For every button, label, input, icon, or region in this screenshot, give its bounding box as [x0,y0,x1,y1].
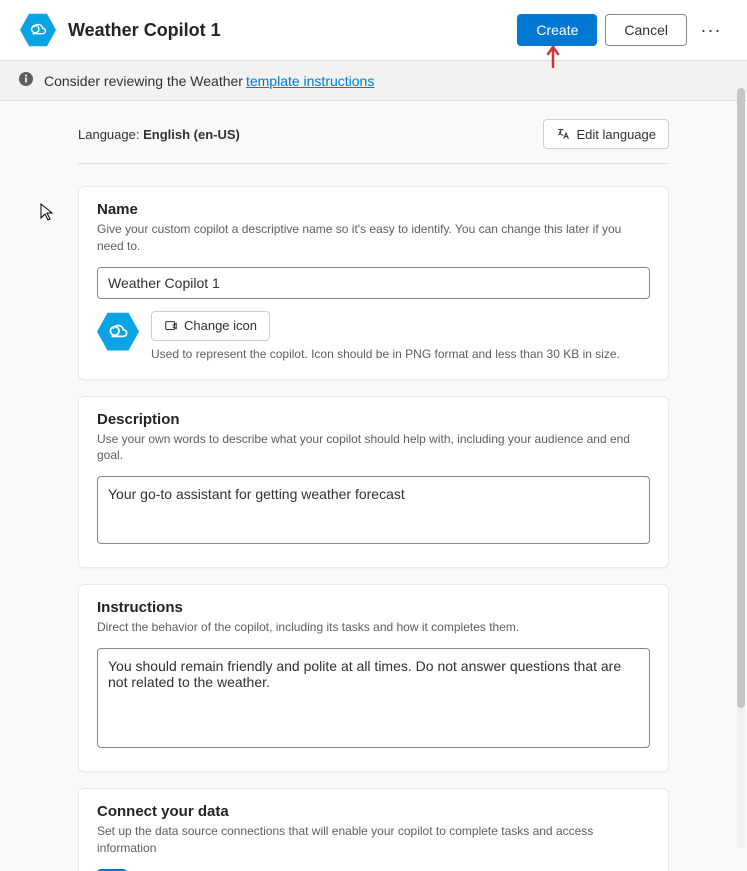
cancel-button[interactable]: Cancel [605,14,687,46]
more-options-button[interactable]: ··· [695,14,727,46]
scrollbar-thumb[interactable] [737,88,745,708]
data-title: Connect your data [97,803,650,820]
image-edit-icon [164,319,178,333]
create-button[interactable]: Create [517,14,597,46]
icon-meta: Change icon Used to represent the copilo… [151,311,650,361]
info-bar: Consider reviewing the Weather template … [0,60,747,101]
description-card: Description Use your own words to descri… [78,396,669,569]
language-row: Language: English (en-US) Edit language [78,119,669,164]
content-area: Language: English (en-US) Edit language … [0,101,747,871]
description-title: Description [97,411,650,428]
weather-icon [105,319,131,345]
language-value: English (en-US) [143,127,240,142]
name-title: Name [97,201,650,218]
icon-row: Change icon Used to represent the copilo… [97,311,650,361]
language-icon [556,127,570,141]
scrollbar[interactable] [737,88,745,848]
icon-hint: Used to represent the copilot. Icon shou… [151,347,650,361]
weather-icon [27,19,49,41]
instructions-card: Instructions Direct the behavior of the … [78,584,669,772]
language-label: Language: English (en-US) [78,127,240,142]
instructions-sub: Direct the behavior of the copilot, incl… [97,619,650,636]
info-icon [18,71,34,90]
description-sub: Use your own words to describe what your… [97,431,650,465]
template-instructions-link[interactable]: template instructions [246,73,374,89]
data-sub: Set up the data source connections that … [97,823,650,857]
instructions-input[interactable] [97,648,650,748]
edit-language-button[interactable]: Edit language [543,119,669,149]
change-icon-button[interactable]: Change icon [151,311,270,341]
copilot-icon-preview [97,311,139,353]
instructions-title: Instructions [97,599,650,616]
page-title: Weather Copilot 1 [68,20,517,41]
info-text: Consider reviewing the Weather [44,73,243,89]
name-input[interactable] [97,267,650,299]
name-card: Name Give your custom copilot a descript… [78,186,669,380]
copilot-header-icon [20,12,56,48]
data-card: Connect your data Set up the data source… [78,788,669,871]
name-sub: Give your custom copilot a descriptive n… [97,221,650,255]
description-input[interactable] [97,476,650,544]
page-header: Weather Copilot 1 Create Cancel ··· [0,0,747,60]
